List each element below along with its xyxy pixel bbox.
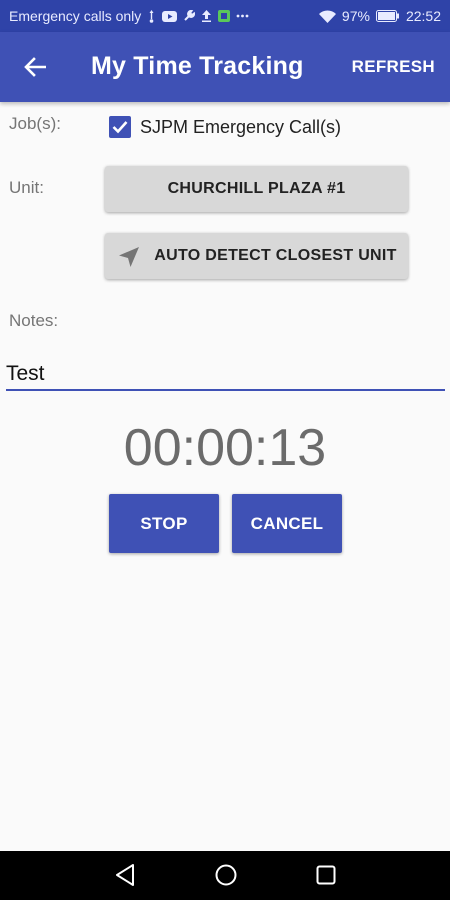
system-back-button[interactable] (114, 863, 136, 892)
arrow-back-icon (24, 57, 46, 77)
auto-detect-unit-button[interactable]: AUTO DETECT CLOSEST UNIT (105, 233, 408, 279)
wrench-icon (183, 10, 196, 22)
page-title: My Time Tracking (91, 52, 304, 80)
unit-label: Unit: (9, 178, 44, 197)
home-circle-icon (215, 864, 237, 886)
unit-value: CHURCHILL PLAZA #1 (167, 180, 346, 197)
app-notification-icon (218, 10, 231, 22)
elapsed-timer: 00:00:13 (123, 419, 327, 477)
back-triangle-icon (116, 864, 134, 886)
unit-select-button[interactable]: CHURCHILL PLAZA #1 (105, 166, 408, 212)
clock: 22:52 (405, 8, 441, 24)
stop-button[interactable]: STOP (109, 494, 219, 553)
auto-detect-label: AUTO DETECT CLOSEST UNIT (154, 247, 397, 264)
notes-input[interactable] (6, 358, 445, 391)
checkmark-icon (112, 121, 128, 134)
job-checkbox[interactable] (109, 116, 131, 138)
back-button[interactable] (18, 50, 52, 84)
refresh-button[interactable]: REFRESH (352, 57, 435, 77)
system-recents-button[interactable] (315, 863, 337, 892)
cancel-button[interactable]: CANCEL (232, 494, 342, 553)
wifi-icon (318, 9, 336, 23)
battery-percent: 97% (341, 8, 370, 24)
job-checkbox-label[interactable]: SJPM Emergency Call(s) (140, 117, 341, 138)
upload-icon (201, 10, 212, 22)
usb-icon (147, 9, 156, 23)
notes-label: Notes: (9, 311, 59, 330)
app-bar: My Time Tracking REFRESH (0, 32, 450, 102)
system-home-button[interactable] (214, 863, 238, 892)
system-nav-bar (0, 851, 450, 900)
jobs-label: Job(s): (9, 114, 61, 133)
battery-icon (375, 10, 400, 22)
more-icon (236, 14, 249, 18)
carrier-text: Emergency calls only (9, 8, 142, 24)
status-bar: Emergency calls only 97% 22:52 (0, 0, 450, 32)
recents-square-icon (316, 865, 336, 885)
navigation-arrow-icon (119, 247, 139, 267)
youtube-icon (162, 10, 178, 22)
